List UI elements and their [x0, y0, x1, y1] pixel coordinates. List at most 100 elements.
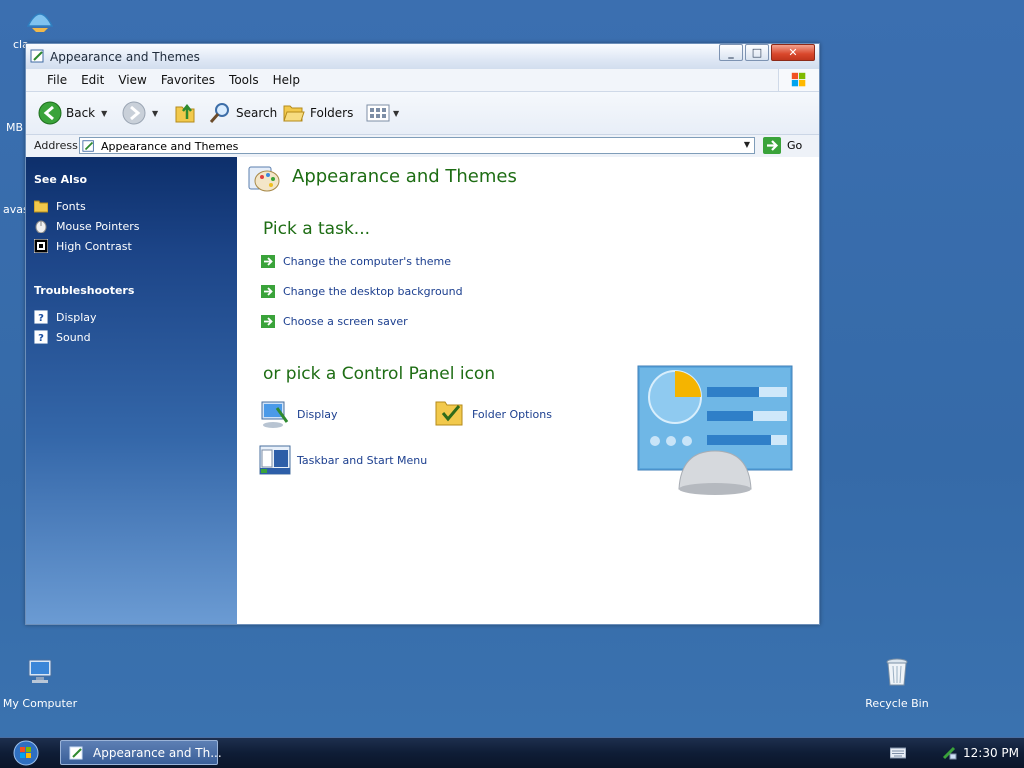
back-dropdown-icon[interactable]: ▼ [101, 109, 107, 118]
fonts-folder-icon [34, 200, 48, 213]
clock[interactable]: 12:30 PM [963, 746, 1019, 760]
help-icon: ? [34, 330, 48, 344]
see-also-title: See Also [34, 173, 88, 186]
minimize-button[interactable]: _ [719, 44, 743, 61]
menu-file[interactable]: File [40, 73, 74, 87]
taskbar-window-button[interactable]: Appearance and Th... [60, 740, 222, 765]
content-area: See Also Fonts Mouse Pointers High Contr… [26, 157, 819, 624]
troubleshooter-display[interactable]: ? Display [34, 310, 97, 324]
pick-icon-heading: or pick a Control Panel icon [263, 364, 496, 384]
folder-options-icon [435, 401, 463, 426]
appearance-themes-icon [248, 166, 280, 192]
task-arrow-icon [261, 285, 275, 298]
taskbar: Appearance and Th... 12:30 PM [0, 737, 1024, 768]
up-folder-button[interactable] [174, 101, 198, 125]
cp-icon-folder-options[interactable]: Folder Options [434, 398, 552, 430]
task-change-theme[interactable]: Change the computer's theme [261, 255, 451, 268]
task-arrow-icon [261, 255, 275, 268]
control-panel-icon [69, 746, 83, 760]
search-label: Search [236, 106, 278, 120]
address-dropdown-icon[interactable]: ▼ [744, 140, 750, 149]
windows-logo-icon [791, 72, 806, 87]
taskbar-window-label: Appearance and Th... [93, 746, 222, 760]
cp-icon-taskbar-start-menu[interactable]: Taskbar and Start Menu [259, 444, 427, 476]
task-screen-saver[interactable]: Choose a screen saver [261, 315, 408, 328]
network-tray-icon[interactable] [941, 745, 957, 761]
high-contrast-icon [34, 239, 48, 253]
see-also-high-contrast[interactable]: High Contrast [34, 239, 132, 253]
address-input[interactable]: Appearance and Themes ▼ [79, 137, 755, 154]
folders-label: Folders [310, 106, 354, 120]
views-button[interactable]: ▼ [366, 101, 399, 125]
address-label: Address [34, 139, 78, 152]
maximize-button[interactable]: □ [745, 44, 769, 61]
task-pane: See Also Fonts Mouse Pointers High Contr… [26, 157, 237, 624]
close-icon: ✕ [788, 46, 798, 59]
see-also-mouse-pointers[interactable]: Mouse Pointers [34, 219, 140, 233]
cp-icon-display[interactable]: Display [259, 398, 338, 430]
menu-favorites[interactable]: Favorites [154, 73, 222, 87]
go-arrow-icon [763, 137, 781, 154]
computer-icon [28, 659, 52, 683]
mouse-icon [35, 220, 47, 233]
recycle-bin-icon [886, 658, 908, 686]
folders-button[interactable]: Folders [282, 101, 353, 125]
task-screen-saver-label: Choose a screen saver [283, 315, 408, 328]
start-orb-icon[interactable] [6, 739, 46, 767]
search-button[interactable]: Search [208, 101, 277, 125]
cp-icon-folder-options-label: Folder Options [472, 407, 552, 421]
shell-icon [26, 13, 54, 32]
recycle-bin-label: Recycle Bin [865, 697, 929, 710]
troubleshooters-title: Troubleshooters [34, 284, 135, 297]
back-label: Back [66, 106, 96, 120]
views-icon [366, 104, 390, 122]
windows-flag-area [778, 69, 819, 91]
display-icon [261, 401, 289, 428]
address-value: Appearance and Themes [101, 140, 239, 153]
search-icon [209, 103, 229, 123]
desktop-label-partial-2: MB [6, 121, 24, 134]
title-bar[interactable]: Appearance and Themes _ □ ✕ [26, 44, 819, 69]
up-folder-icon [175, 103, 195, 123]
recycle-bin-desktop-icon[interactable]: Recycle Bin [857, 656, 937, 710]
explorer-window: Appearance and Themes _ □ ✕ File Edit Vi… [25, 43, 820, 625]
cp-icon-display-label: Display [297, 407, 338, 421]
task-change-background[interactable]: Change the desktop background [261, 285, 463, 298]
control-panel-icon [30, 49, 44, 63]
my-computer-label: My Computer [2, 697, 78, 710]
svg-text:?: ? [38, 313, 44, 324]
close-button[interactable]: ✕ [771, 44, 815, 61]
task-change-background-label: Change the desktop background [283, 285, 463, 298]
forward-arrow-icon [122, 101, 146, 125]
see-also-fonts[interactable]: Fonts [34, 199, 86, 213]
help-icon: ? [34, 310, 48, 324]
my-computer-desktop-icon[interactable]: My Computer [0, 656, 80, 710]
menu-view[interactable]: View [111, 73, 153, 87]
forward-dropdown-icon[interactable]: ▼ [152, 109, 158, 118]
control-panel-small-icon [82, 140, 94, 152]
go-label: Go [787, 139, 803, 152]
menu-tools[interactable]: Tools [222, 73, 266, 87]
maximize-icon: □ [751, 46, 763, 59]
keyboard-tray-icon[interactable] [890, 747, 906, 759]
main-pane: Appearance and Themes Pick a task... Cha… [237, 157, 819, 624]
control-panel-watermark-graphic [637, 365, 793, 495]
forward-button[interactable]: ▼ [122, 101, 158, 125]
taskbar-start-menu-icon [259, 445, 291, 475]
back-button[interactable]: Back ▼ [38, 101, 107, 125]
see-also-high-contrast-label: High Contrast [56, 239, 132, 253]
cp-icon-taskbar-start-menu-label: Taskbar and Start Menu [297, 453, 428, 467]
window-title: Appearance and Themes [50, 50, 200, 64]
see-also-fonts-label: Fonts [56, 199, 86, 213]
views-dropdown-icon[interactable]: ▼ [393, 109, 399, 118]
go-button[interactable]: Go [763, 137, 802, 154]
troubleshooter-sound-label: Sound [56, 330, 91, 344]
task-arrow-icon [261, 315, 275, 328]
folders-icon [283, 105, 305, 122]
desktop-icon-top[interactable] [0, 4, 80, 45]
menu-edit[interactable]: Edit [74, 73, 111, 87]
menu-help[interactable]: Help [266, 73, 307, 87]
address-bar: Address Appearance and Themes ▼ Go [26, 135, 819, 158]
troubleshooter-sound[interactable]: ? Sound [34, 330, 91, 344]
toolbar: Back ▼ ▼ Search Folders ▼ [26, 92, 819, 135]
